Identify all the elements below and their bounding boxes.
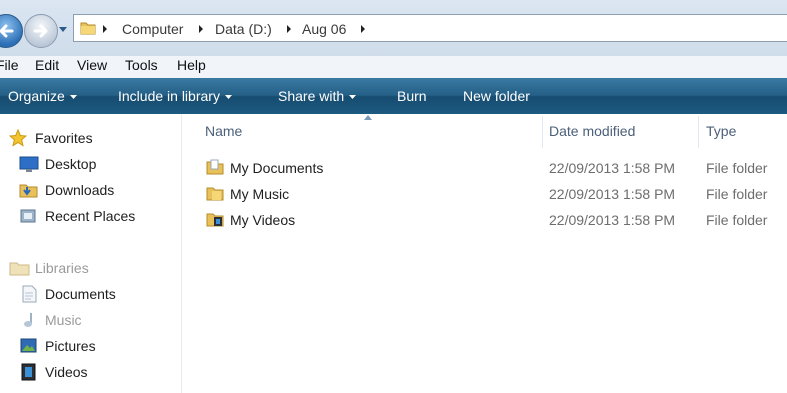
nav-libraries[interactable]: Libraries (0, 258, 180, 278)
nav-music-label: Music (45, 312, 82, 328)
back-button[interactable] (0, 14, 23, 48)
menu-file[interactable]: File (0, 57, 19, 73)
column-header-name[interactable]: Name (205, 123, 242, 139)
nav-desktop[interactable]: Desktop (0, 154, 180, 174)
column-header-type[interactable]: Type (706, 123, 736, 139)
file-name: My Music (230, 186, 290, 202)
nav-downloads-label: Downloads (45, 182, 115, 198)
chevron-down-icon (69, 95, 77, 100)
organize-button[interactable]: Organize (8, 88, 77, 104)
recent-places-icon (20, 209, 36, 223)
music-library-icon (24, 313, 32, 327)
menu-help[interactable]: Help (177, 57, 206, 73)
videos-library-icon (21, 363, 36, 381)
table-row[interactable]: My Videos 22/09/2013 1:58 PM File folder (202, 208, 787, 232)
organize-label: Organize (8, 88, 65, 104)
star-icon (9, 129, 27, 147)
navigation-pane: Favorites Desktop Downloads Recent Place… (0, 114, 182, 393)
share-with-button[interactable]: Share with (278, 88, 357, 104)
forward-button[interactable] (24, 14, 58, 48)
music-folder-icon (206, 187, 224, 201)
file-type: File folder (706, 160, 768, 176)
nav-downloads[interactable]: Downloads (0, 180, 180, 200)
command-bar: Organize Include in library Share with B… (0, 78, 787, 114)
documents-library-icon (22, 285, 37, 303)
file-date-modified: 22/09/2013 1:58 PM (549, 160, 676, 176)
file-type: File folder (706, 186, 768, 202)
new-folder-button[interactable]: New folder (463, 88, 530, 104)
documents-folder-icon (206, 159, 224, 175)
folder-icon (80, 22, 96, 35)
menu-bar: File Edit View Tools Help (0, 56, 787, 78)
column-header-date-modified[interactable]: Date modified (549, 123, 635, 139)
file-list: Name Date modified Type My Documents 22/… (182, 114, 787, 393)
desktop-icon (19, 156, 39, 172)
nav-desktop-label: Desktop (45, 156, 97, 172)
breadcrumb-data-drive[interactable]: Data (D:) (215, 21, 272, 37)
include-in-library-button[interactable]: Include in library (118, 88, 232, 104)
chevron-down-icon (349, 95, 357, 100)
nav-libraries-label: Libraries (35, 260, 89, 276)
nav-videos-label: Videos (45, 364, 88, 380)
chevron-down-icon (224, 95, 232, 100)
table-row[interactable]: My Music 22/09/2013 1:58 PM File folder (202, 182, 787, 206)
videos-folder-icon (206, 213, 224, 227)
libraries-icon (9, 262, 30, 276)
column-divider[interactable] (542, 116, 543, 148)
menu-tools[interactable]: Tools (125, 57, 158, 73)
nav-recent-places-label: Recent Places (45, 208, 136, 224)
nav-music[interactable]: Music (0, 310, 180, 330)
nav-pictures[interactable]: Pictures (0, 336, 180, 356)
burn-button[interactable]: Burn (397, 88, 427, 104)
breadcrumb-arrow-icon[interactable] (198, 25, 204, 33)
menu-view[interactable]: View (77, 57, 107, 73)
breadcrumb-aug-06[interactable]: Aug 06 (302, 21, 346, 37)
downloads-folder-icon (19, 184, 38, 198)
file-type: File folder (706, 212, 768, 228)
breadcrumb[interactable]: Computer Data (D:) Aug 06 (73, 14, 787, 42)
file-date-modified: 22/09/2013 1:58 PM (549, 186, 676, 202)
include-in-library-label: Include in library (118, 88, 220, 104)
share-with-label: Share with (278, 88, 345, 104)
nav-videos[interactable]: Videos (0, 362, 180, 382)
nav-documents-label: Documents (45, 286, 116, 302)
address-bar-area: Computer Data (D:) Aug 06 (0, 0, 787, 56)
file-date-modified: 22/09/2013 1:58 PM (549, 212, 676, 228)
nav-favorites[interactable]: Favorites (0, 128, 180, 148)
breadcrumb-computer[interactable]: Computer (122, 21, 183, 37)
nav-documents[interactable]: Documents (0, 284, 180, 304)
recent-pages-chevron-down-icon[interactable] (58, 26, 68, 34)
breadcrumb-arrow-icon[interactable] (360, 25, 366, 33)
nav-pictures-label: Pictures (45, 338, 96, 354)
pictures-library-icon (20, 338, 37, 353)
forward-arrow-icon (33, 24, 48, 38)
breadcrumb-arrow-icon[interactable] (286, 25, 292, 33)
table-row[interactable]: My Documents 22/09/2013 1:58 PM File fol… (202, 156, 787, 180)
menu-edit[interactable]: Edit (35, 57, 59, 73)
breadcrumb-arrow-icon[interactable] (102, 25, 108, 33)
nav-favorites-label: Favorites (35, 130, 93, 146)
back-arrow-icon (0, 24, 14, 38)
file-name: My Documents (230, 160, 324, 176)
column-divider[interactable] (698, 116, 699, 148)
file-name: My Videos (230, 212, 296, 228)
nav-recent-places[interactable]: Recent Places (0, 206, 180, 226)
